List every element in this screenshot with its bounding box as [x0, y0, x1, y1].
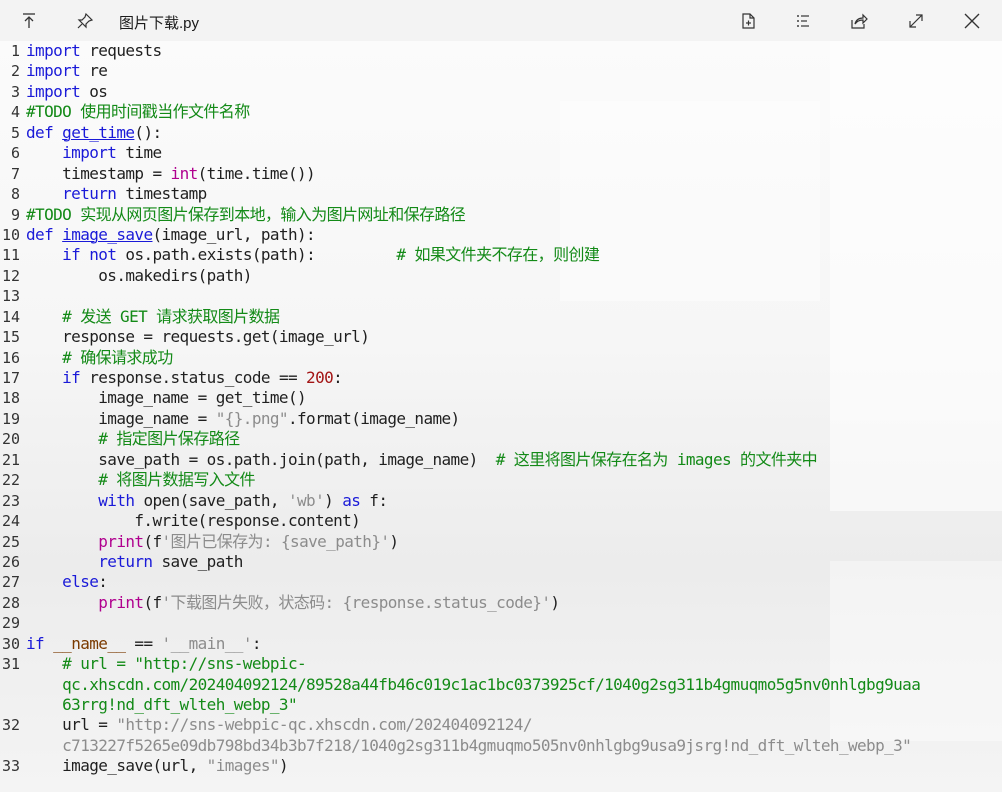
line-number: 1 — [10, 42, 20, 60]
code-text: if response.status_code == 200: — [62, 368, 343, 387]
line-number: 19 — [1, 409, 20, 428]
line-number: 10 — [1, 225, 20, 244]
list-button[interactable] — [788, 6, 818, 36]
code-text: # 确保请求成功 — [62, 347, 173, 367]
code-text: if not os.path.exists(path): # 如果文件夹不存在，… — [62, 245, 600, 265]
line-number: 30 — [1, 634, 20, 653]
line-number: 13 — [1, 287, 20, 306]
line-number: 31 — [1, 655, 20, 674]
code-text: with open(save_path, 'wb') as f: — [98, 490, 388, 510]
share-icon — [851, 13, 868, 29]
new-file-icon — [742, 13, 755, 29]
code-text: url = "http://sns-webpic-qc.xhscdn.com/2… — [26, 715, 532, 735]
code-text: os.makedirs(path) — [26, 265, 252, 285]
line-number: 14 — [1, 307, 20, 326]
code-text: def get_time(): — [26, 122, 162, 142]
code-text: image_name = "{}.png".format(image_name) — [26, 408, 460, 428]
code-text: # url = "http://sns-webpic- — [62, 654, 307, 674]
code-text: save_path = os.path.join(path, image_nam… — [26, 449, 818, 469]
code-text: import time — [62, 143, 162, 163]
line-number: 23 — [1, 491, 20, 510]
line-number: 6 — [10, 144, 20, 163]
code-text: #TODO 实现从网页图片保存到本地，输入为图片网址和保存路径 — [26, 204, 466, 224]
code-text: 63rrg!nd_dft_wlteh_webp_3" — [26, 695, 297, 714]
line-number: 9 — [10, 205, 20, 224]
code-editor[interactable]: 1 import requests 2 import re 3 import os 4 #TO… — [0, 41, 1002, 792]
code-text: import os — [26, 81, 108, 101]
line-number: 7 — [10, 164, 20, 183]
line-number: 28 — [1, 593, 20, 612]
line-number: 32 — [1, 716, 20, 735]
code-text: # 将图片数据写入文件 — [98, 470, 255, 490]
line-number: 20 — [1, 430, 20, 449]
line-number: 33 — [1, 757, 20, 776]
pin-top-icon — [23, 13, 35, 28]
code-text: #TODO 使用时间戳当作文件名称 — [26, 102, 250, 122]
new-file-button[interactable] — [733, 6, 763, 36]
code-text: def image_save(image_url, path): — [26, 224, 316, 244]
line-number: 25 — [1, 532, 20, 551]
close-icon — [964, 13, 980, 29]
line-number: 27 — [1, 573, 20, 592]
pin-button[interactable] — [70, 6, 100, 36]
line-number: 21 — [1, 450, 20, 469]
line-number: 5 — [10, 123, 20, 142]
code-text: import requests — [26, 41, 162, 60]
code-text: # 指定图片保存路径 — [98, 429, 240, 449]
line-number: 4 — [10, 103, 20, 122]
line-number: 2 — [10, 62, 20, 81]
pin-icon — [77, 12, 94, 29]
code-text: if __name__ == '__main__': — [26, 633, 262, 653]
code-text: image_name = get_time() — [26, 388, 307, 408]
code-text: else: — [62, 572, 108, 592]
list-icon — [797, 15, 809, 27]
expand-button[interactable] — [901, 6, 931, 36]
code-text: image_save(url, "images") — [26, 756, 288, 776]
line-number: 17 — [1, 369, 20, 387]
window-title: 图片下载.py — [119, 15, 200, 32]
share-button[interactable] — [844, 6, 874, 36]
line-number: 22 — [1, 471, 20, 490]
code-text: # 发送 GET 请求获取图片数据 — [62, 306, 280, 326]
line-number: 26 — [1, 552, 20, 571]
code-text: response = requests.get(image_url) — [26, 327, 370, 347]
code-text: print(f'图片已保存为: {save_path}') — [98, 531, 399, 551]
title-bar: 图片下载.py — [0, 0, 1002, 42]
line-number: 16 — [1, 348, 20, 367]
line-number: 24 — [1, 512, 20, 531]
code-text: return timestamp — [62, 184, 207, 204]
code-text: f.write(response.content) — [26, 511, 361, 531]
expand-icon — [909, 14, 923, 28]
line-number: 18 — [1, 389, 20, 408]
code-text: return save_path — [98, 551, 243, 571]
code-text: import re — [26, 61, 108, 81]
code-text: timestamp = int(time.time()) — [26, 163, 316, 183]
line-number: 15 — [1, 328, 20, 347]
line-number: 29 — [1, 614, 20, 633]
line-number: 11 — [1, 246, 20, 265]
pin-top-button[interactable] — [14, 6, 44, 36]
line-number: 8 — [10, 185, 20, 204]
code-text: c713227f5265e09db798bd34b3b7f218/1040g2s… — [26, 735, 912, 755]
line-number: 12 — [1, 266, 20, 285]
line-number: 3 — [10, 82, 20, 101]
code-text: qc.xhscdn.com/202404092124/89528a44fb46c… — [26, 674, 921, 694]
code-text: print(f'下载图片失败，状态码: {response.status_cod… — [98, 592, 560, 612]
close-button[interactable] — [957, 6, 987, 36]
